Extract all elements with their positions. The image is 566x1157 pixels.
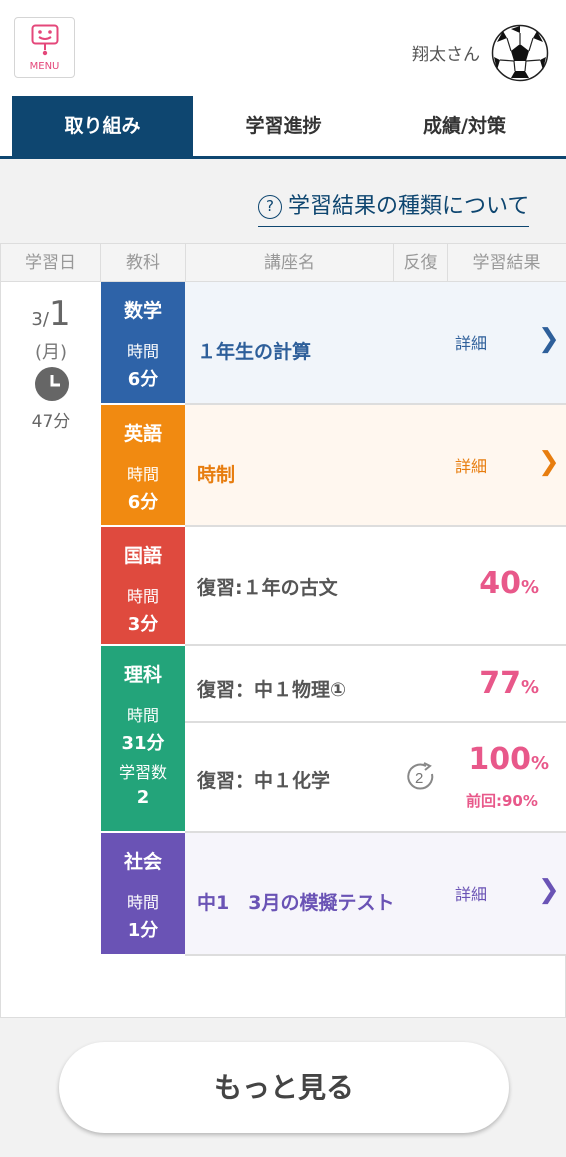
previous-score: 前回:90% bbox=[466, 792, 538, 810]
subject-name: 国語 bbox=[123, 545, 162, 567]
header-course: 講座名 bbox=[186, 244, 394, 282]
subject-social: 社会 時間 1分 bbox=[101, 833, 185, 954]
clock-icon bbox=[35, 367, 69, 401]
date-day: 1 bbox=[48, 294, 71, 334]
date-weekday: (月) bbox=[34, 342, 68, 363]
user-name: 翔太さん bbox=[412, 45, 480, 65]
course-row-social[interactable]: 中1 3月の模擬テスト 詳細 ❯ bbox=[185, 833, 566, 956]
header-date: 学習日 bbox=[1, 244, 101, 282]
subject-japanese: 国語 時間 3分 bbox=[101, 527, 185, 644]
header: MENU 翔太さん bbox=[0, 0, 566, 96]
menu-label: MENU bbox=[29, 61, 60, 72]
course-name: 復習：中１化学 bbox=[197, 770, 331, 792]
time-label: 時間 bbox=[126, 465, 159, 484]
date-cell: 3/1 (月) 47分 bbox=[1, 282, 101, 1017]
detail-link[interactable]: 詳細 bbox=[455, 881, 487, 905]
time-label: 時間 bbox=[126, 587, 159, 606]
result-types-link-label: 学習結果の種類について bbox=[288, 194, 530, 219]
course-row-english[interactable]: 時制 詳細 ❯ bbox=[185, 405, 566, 527]
chevron-right-icon[interactable]: ❯ bbox=[538, 875, 560, 905]
course-name: 時制 bbox=[197, 464, 236, 486]
detail-link[interactable]: 詳細 bbox=[455, 453, 487, 477]
header-repeat: 反復 bbox=[394, 244, 448, 282]
subject-name: 英語 bbox=[123, 423, 162, 445]
time-label: 時間 bbox=[126, 706, 159, 725]
time-value: 31分 bbox=[121, 733, 165, 754]
result-types-link[interactable]: ? 学習結果の種類について bbox=[258, 191, 530, 227]
subject-name: 理科 bbox=[123, 664, 162, 686]
table-header: 学習日 教科 講座名 反復 学習結果 bbox=[1, 243, 566, 282]
course-name: 復習：中１物理① bbox=[197, 679, 347, 701]
total-study-time: 47分 bbox=[31, 412, 71, 432]
subject-english: 英語 時間 6分 bbox=[101, 405, 185, 525]
count-label: 学習数 bbox=[118, 763, 167, 782]
date-month: 3/ bbox=[31, 309, 49, 330]
subject-science: 理科 時間 31分 学習数 2 bbox=[101, 646, 185, 831]
tab-activities[interactable]: 取り組み bbox=[12, 96, 193, 156]
chevron-right-icon[interactable]: ❯ bbox=[538, 447, 560, 477]
time-label: 時間 bbox=[126, 342, 159, 361]
show-more-button[interactable]: もっと見る bbox=[59, 1042, 509, 1133]
score-value: 77 bbox=[479, 666, 521, 701]
tab-progress[interactable]: 学習進捗 bbox=[193, 96, 374, 156]
question-icon: ? bbox=[258, 195, 282, 219]
count-value: 2 bbox=[136, 787, 150, 808]
header-subject: 教科 bbox=[101, 244, 186, 282]
time-value: 6分 bbox=[127, 492, 159, 513]
study-date: 3/1 bbox=[1, 294, 101, 334]
course-row-chemistry[interactable]: 復習：中１化学 2 100% 前回:90% bbox=[185, 723, 566, 833]
detail-link[interactable]: 詳細 bbox=[455, 330, 487, 354]
menu-button[interactable]: MENU bbox=[14, 17, 75, 78]
time-label: 時間 bbox=[126, 893, 159, 912]
score: 40% bbox=[475, 566, 539, 601]
time-value: 6分 bbox=[127, 369, 159, 390]
tab-grades[interactable]: 成績/対策 bbox=[374, 96, 555, 156]
course-name: １年生の計算 bbox=[197, 341, 312, 363]
menu-icon bbox=[31, 24, 59, 56]
percent-sign: % bbox=[520, 677, 539, 698]
repeat-icon: 2 bbox=[407, 762, 434, 790]
time-value: 3分 bbox=[127, 614, 159, 635]
subject-math: 数学 時間 6分 bbox=[101, 282, 185, 403]
percent-sign: % bbox=[530, 753, 549, 774]
score: 77% bbox=[475, 666, 539, 701]
subject-name: 社会 bbox=[123, 851, 162, 873]
course-row-math[interactable]: １年生の計算 詳細 ❯ bbox=[185, 282, 566, 405]
score-value: 100 bbox=[468, 742, 531, 777]
header-result: 学習結果 bbox=[472, 253, 541, 273]
course-name: 復習:１年の古文 bbox=[197, 577, 338, 599]
time-value: 1分 bbox=[127, 920, 159, 941]
tab-bar: 取り組み 学習進捗 成績/対策 bbox=[0, 96, 566, 159]
soccer-ball-avatar[interactable] bbox=[491, 24, 549, 82]
chevron-right-icon[interactable]: ❯ bbox=[538, 324, 560, 354]
course-row-physics[interactable]: 復習：中１物理① 77% bbox=[185, 646, 566, 723]
course-name: 中1 3月の模擬テスト bbox=[197, 892, 395, 914]
subject-name: 数学 bbox=[123, 300, 162, 322]
score: 100% bbox=[455, 742, 549, 777]
page: MENU 翔太さん 取り組み 学習進捗 成績/対策 ? 学習結果の種類について 学 bbox=[0, 0, 566, 1157]
score-value: 40 bbox=[479, 566, 521, 601]
course-row-japanese[interactable]: 復習:１年の古文 40% bbox=[185, 527, 566, 646]
repeat-count: 2 bbox=[415, 770, 423, 787]
percent-sign: % bbox=[520, 577, 539, 598]
